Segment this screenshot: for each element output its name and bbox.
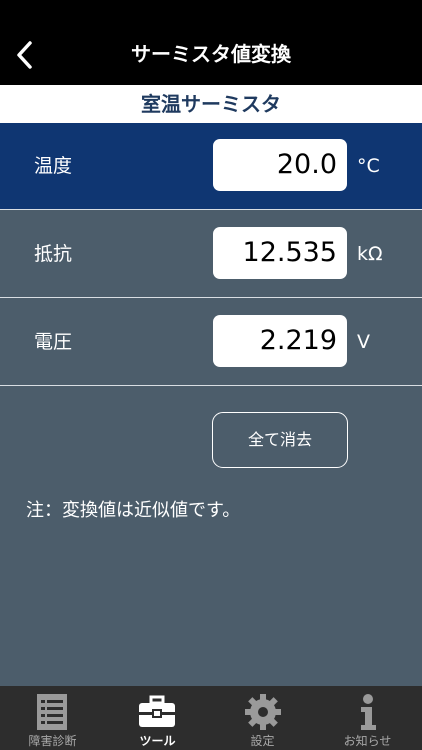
navigation-bar: サーミスタ値変換: [0, 0, 422, 85]
tab-bar: 障害診断 ツール 設定 お知らせ: [0, 686, 422, 750]
page-title: サーミスタ値変換: [131, 42, 291, 66]
tab-diagnosis[interactable]: 障害診断: [0, 686, 105, 750]
temperature-input[interactable]: 20.0: [213, 139, 347, 191]
tab-notices[interactable]: お知らせ: [315, 686, 420, 750]
document-list-icon: [37, 694, 67, 730]
voltage-label: 電圧: [34, 331, 73, 353]
tab-notices-label: お知らせ: [343, 734, 392, 748]
tab-settings[interactable]: 設定: [210, 686, 315, 750]
voltage-unit: V: [357, 331, 370, 353]
temperature-row: 温度 20.0 °C: [0, 123, 422, 210]
tab-tools[interactable]: ツール: [105, 686, 210, 750]
tab-tools-label: ツール: [139, 734, 176, 748]
tab-settings-label: 設定: [250, 734, 275, 748]
voltage-input[interactable]: 2.219: [213, 315, 347, 367]
section-title: 室温サーミスタ: [141, 92, 281, 116]
gear-icon: [245, 694, 281, 730]
resistance-row: 抵抗 12.535 kΩ: [0, 211, 422, 298]
toolbox-icon: [139, 695, 175, 727]
temperature-label: 温度: [34, 155, 73, 177]
resistance-label: 抵抗: [34, 243, 73, 265]
resistance-unit: kΩ: [357, 243, 383, 265]
voltage-row: 電圧 2.219 V: [0, 299, 422, 386]
temperature-unit: °C: [357, 155, 380, 177]
clear-all-button[interactable]: 全て消去: [212, 412, 348, 468]
tab-diagnosis-label: 障害診断: [28, 734, 77, 748]
approximation-note: 注：変換値は近似値です。: [26, 500, 241, 521]
section-header: 室温サーミスタ: [0, 85, 422, 123]
info-icon: [361, 694, 376, 730]
resistance-input[interactable]: 12.535: [213, 227, 347, 279]
